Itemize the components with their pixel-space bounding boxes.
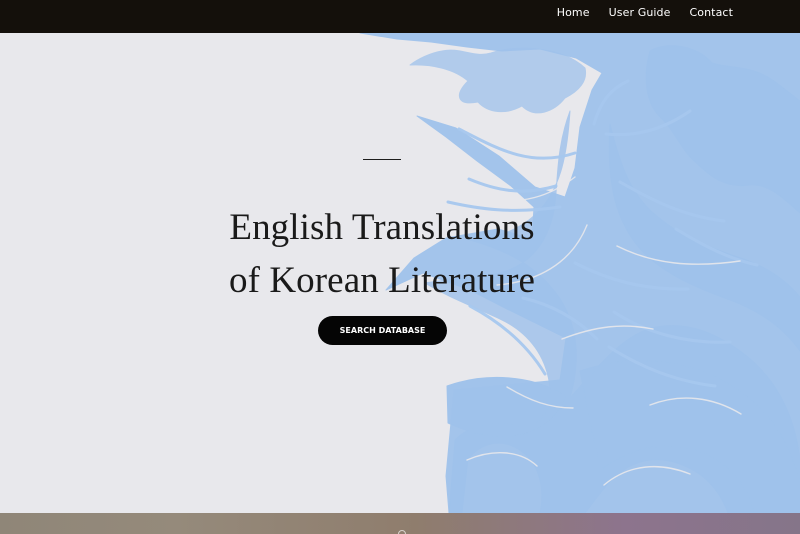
main-navigation: Home User Guide Contact	[557, 0, 733, 26]
scroll-indicator-icon	[398, 530, 406, 534]
nav-user-guide-link[interactable]: User Guide	[609, 0, 671, 26]
nav-home-link[interactable]: Home	[557, 0, 590, 26]
page-title-line-1: English Translations	[229, 206, 535, 248]
page: Home User Guide Contact English Translat…	[0, 0, 800, 534]
top-navigation-bar: Home User Guide Contact	[0, 0, 800, 33]
title-divider	[363, 159, 401, 160]
page-title-line-2: of Korean Literature	[228, 259, 536, 301]
hero-section: English Translations of Korean Literatur…	[0, 33, 800, 513]
nav-contact-link[interactable]: Contact	[690, 0, 734, 26]
search-database-button[interactable]: SEARCH DATABASE	[318, 316, 447, 345]
page-title: English Translations of Korean Literatur…	[182, 201, 582, 307]
hero-content: English Translations of Korean Literatur…	[0, 33, 764, 513]
